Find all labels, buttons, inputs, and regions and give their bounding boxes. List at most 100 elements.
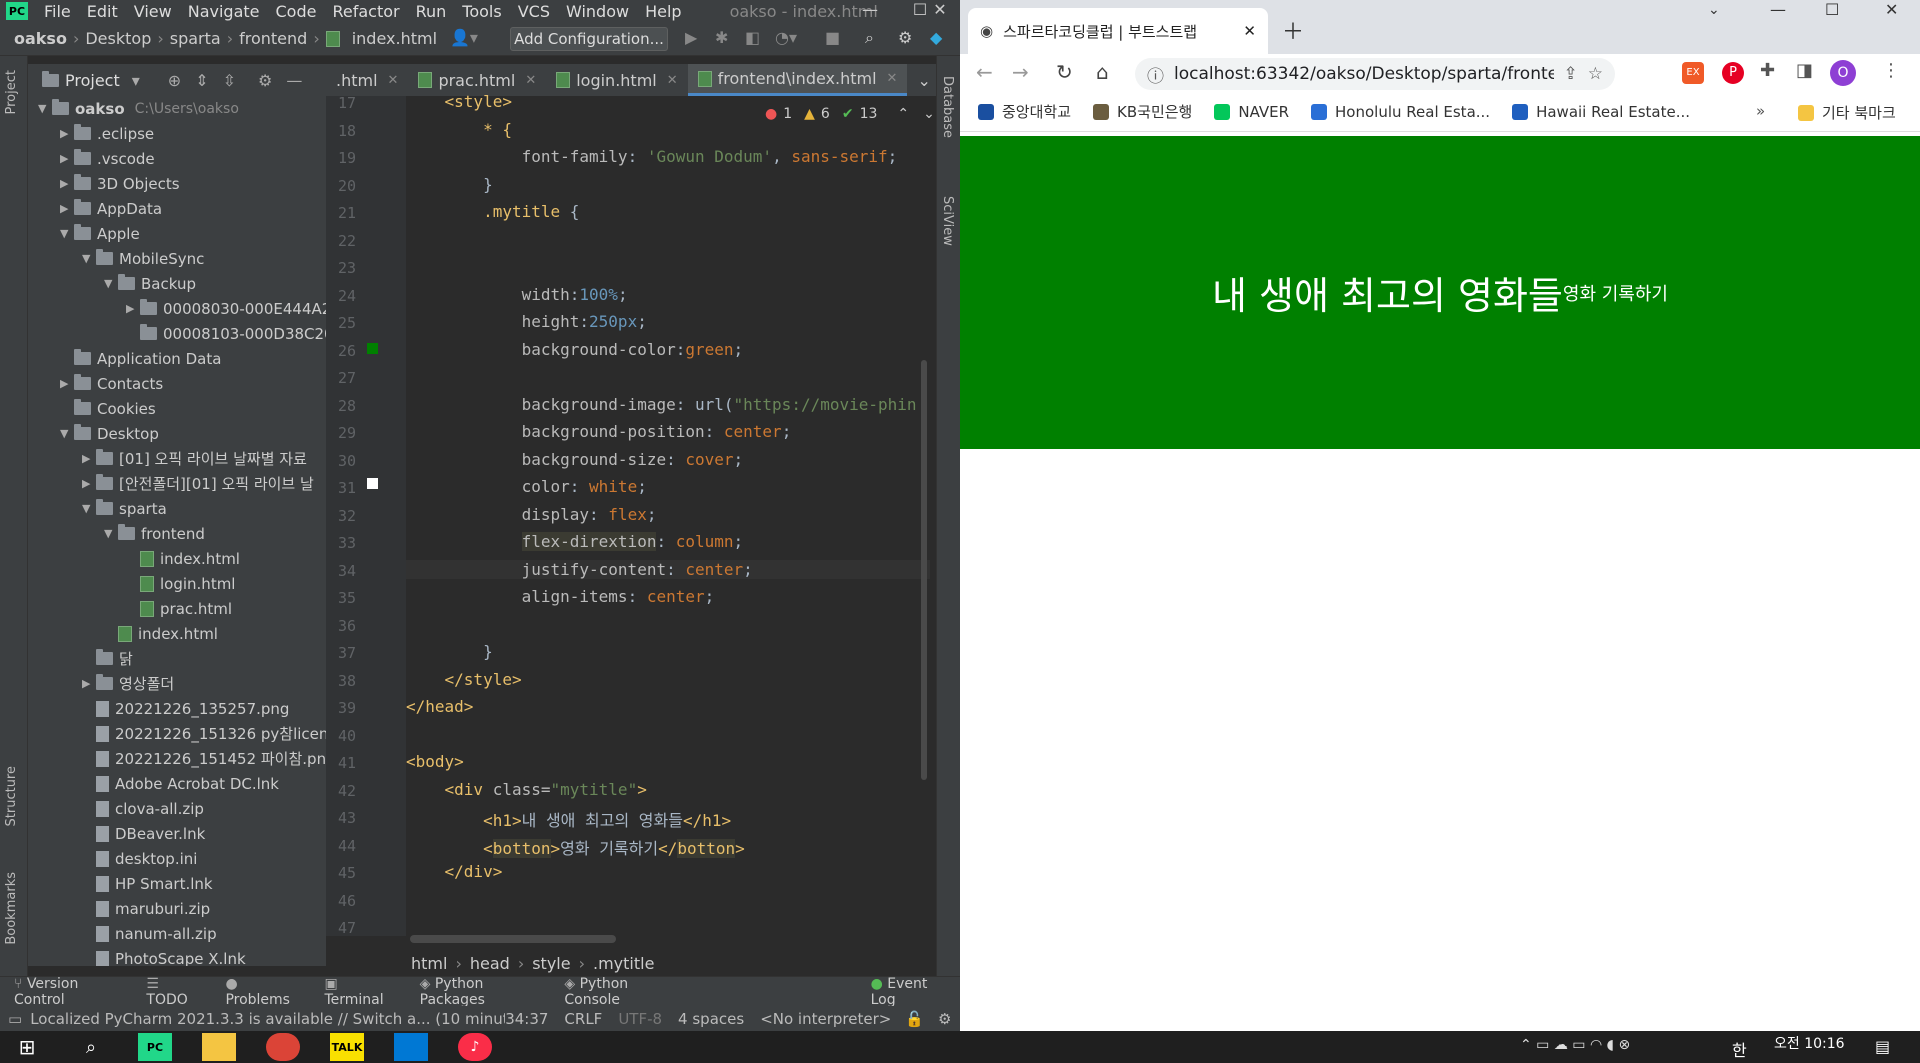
chevron-up-icon[interactable]: ⌃ [897, 106, 909, 122]
maximize-icon[interactable]: ☐ [1825, 0, 1839, 19]
jetbrains-icon[interactable]: ◆ [930, 28, 942, 47]
run-icon[interactable]: ▶ [685, 28, 697, 47]
chrome-taskbar-icon[interactable] [266, 1033, 300, 1061]
tree-item[interactable]: desktop.ini [82, 846, 197, 871]
site-info-icon[interactable]: ⓘ [1147, 62, 1164, 87]
code-line[interactable]: background-color:green; [406, 340, 744, 359]
status-item[interactable]: 4 spaces [678, 1010, 744, 1028]
editor-tab[interactable]: login.html ✕ [546, 64, 687, 96]
extensions-puzzle-icon[interactable]: ✚ [1760, 60, 1775, 81]
collapse-all-icon[interactable]: ⇳ [223, 71, 236, 90]
chevron-right-icon[interactable]: ▶ [82, 452, 96, 465]
chevron-down-icon[interactable]: ▼ [82, 252, 96, 265]
horizontal-scrollbar[interactable] [410, 935, 616, 943]
star-icon[interactable]: ☆ [1588, 64, 1603, 84]
user-icon[interactable]: 👤▾ [450, 28, 478, 47]
chevron-right-icon[interactable]: ▶ [60, 377, 74, 390]
tree-item[interactable]: ▶ 00008030-000E444A21 [126, 296, 326, 321]
code-line[interactable]: background-size: cover; [406, 450, 744, 469]
code-line[interactable]: height:250px; [406, 312, 647, 331]
tree-item[interactable]: ▼ Apple [60, 221, 140, 246]
store-icon[interactable] [394, 1033, 428, 1061]
itunes-icon[interactable]: ♪ [458, 1033, 492, 1061]
reload-icon[interactable]: ↻ [1056, 60, 1073, 84]
code-line[interactable]: * { [406, 120, 512, 139]
status-info-icon[interactable]: ▭ [8, 1010, 22, 1028]
menu-edit[interactable]: Edit [79, 2, 126, 21]
chevron-down-icon[interactable]: ▾ [132, 71, 140, 90]
code-line[interactable]: } [406, 642, 493, 661]
clock[interactable]: 오전 10:16 [1774, 1033, 1845, 1053]
code-line[interactable]: font-family: 'Gowun Dodum', sans-serif; [406, 147, 898, 166]
menu-code[interactable]: Code [268, 2, 325, 21]
code-line[interactable]: color: white; [406, 477, 647, 496]
code-line[interactable]: <h1>내 생애 최고의 영화들</h1> [406, 807, 731, 831]
windows-start-icon[interactable]: ⊞ [10, 1033, 44, 1061]
back-icon[interactable]: ← [976, 60, 993, 84]
search-icon[interactable]: ⌕ [74, 1033, 108, 1061]
chevron-right-icon[interactable]: ▶ [60, 127, 74, 140]
menu-tools[interactable]: Tools [454, 2, 509, 21]
tree-item[interactable]: ▶ [안전폴더][01] 오픽 라이브 날 [82, 471, 314, 496]
code-line[interactable]: <body> [406, 752, 464, 771]
breadcrumb-item[interactable]: index.html [346, 29, 443, 48]
tree-item[interactable]: ▶ 영상폴더 [82, 671, 174, 696]
breadcrumb-item[interactable]: oakso [8, 29, 73, 48]
search-icon[interactable]: ⌕ [865, 28, 874, 48]
breadcrumb-item[interactable]: sparta [164, 29, 227, 48]
pinterest-icon[interactable]: P [1722, 62, 1744, 84]
debug-icon[interactable]: ✱ [715, 28, 728, 47]
gear-icon[interactable]: ⚙ [898, 28, 912, 47]
expand-all-icon[interactable]: ⇕ [195, 71, 208, 90]
code-line[interactable]: background-image: url("https://movie-phi… [406, 395, 917, 414]
chevron-right-icon[interactable]: ▶ [60, 152, 74, 165]
tree-item[interactable]: ▼ oakso C:\Users\oakso [38, 96, 239, 121]
inspection-widget[interactable]: ● 1 ▲ 6 ✔ 13 ⌃ ⌄ [765, 106, 935, 122]
sciview-tool-tab[interactable]: SciView [940, 196, 955, 246]
chevron-down-icon[interactable]: ▼ [104, 277, 118, 290]
notification-center-icon[interactable]: ▤ [1875, 1037, 1890, 1056]
tree-item[interactable]: prac.html [126, 596, 232, 621]
side-panel-icon[interactable]: ◨ [1796, 60, 1813, 81]
code-line[interactable]: background-position: center; [406, 422, 792, 441]
bookmark-item[interactable]: 중앙대학교 [978, 101, 1071, 122]
tree-item[interactable]: maruburi.zip [82, 896, 210, 921]
avatar[interactable]: O [1830, 60, 1856, 86]
tool-window-tab[interactable]: ◈ Python Console [550, 976, 686, 1008]
close-icon[interactable]: ✕ [920, 0, 960, 22]
file-explorer-icon[interactable] [202, 1033, 236, 1061]
chevron-right-icon[interactable]: ▶ [60, 202, 74, 215]
code-line[interactable]: </head> [406, 697, 473, 716]
other-bookmarks[interactable]: 기타 북마크 [1798, 102, 1896, 123]
code-breadcrumb-item[interactable]: style [532, 954, 570, 973]
chevron-right-icon[interactable]: ▶ [126, 302, 140, 315]
close-tab-icon[interactable]: ✕ [525, 73, 536, 88]
code-line[interactable]: <div class="mytitle"> [406, 780, 647, 799]
bookmark-item[interactable]: KB국민은행 [1093, 101, 1192, 122]
tree-item[interactable]: ▼ Backup [104, 271, 196, 296]
tool-window-tab[interactable]: ⑂ Version Control [0, 976, 132, 1008]
structure-tool-tab[interactable]: Structure [4, 766, 19, 826]
tree-item[interactable]: 닭 [82, 646, 133, 671]
tree-item[interactable]: nanum-all.zip [82, 921, 217, 946]
tree-item[interactable]: 20221226_151452 파이참.png [82, 746, 326, 771]
tree-item[interactable]: Adobe Acrobat DC.lnk [82, 771, 279, 796]
project-tool-tab[interactable]: Project [4, 70, 19, 114]
stop-icon[interactable]: ■ [825, 28, 840, 47]
code-line[interactable]: <style> [406, 92, 512, 111]
code-line[interactable]: flex-dirextion: column; [406, 532, 743, 551]
status-item[interactable]: <No interpreter> [760, 1010, 891, 1028]
tree-item[interactable]: ▶ .vscode [60, 146, 155, 171]
pycharm-taskbar-icon[interactable]: PC [138, 1033, 172, 1061]
extension-ex-icon[interactable]: EX [1682, 62, 1704, 84]
locate-icon[interactable]: ⊕ [168, 71, 181, 90]
tree-item[interactable]: clova-all.zip [82, 796, 204, 821]
code-breadcrumb-item[interactable]: html [411, 954, 447, 973]
chevron-down-icon[interactable]: ▼ [60, 427, 74, 440]
menu-vcs[interactable]: VCS [510, 2, 558, 21]
menu-run[interactable]: Run [408, 2, 455, 21]
chevron-down-icon[interactable]: ▼ [38, 102, 52, 115]
close-tab-icon[interactable]: ✕ [388, 73, 399, 88]
code-line[interactable]: align-items: center; [406, 587, 715, 606]
tree-item[interactable]: PhotoScape X.lnk [82, 946, 246, 966]
